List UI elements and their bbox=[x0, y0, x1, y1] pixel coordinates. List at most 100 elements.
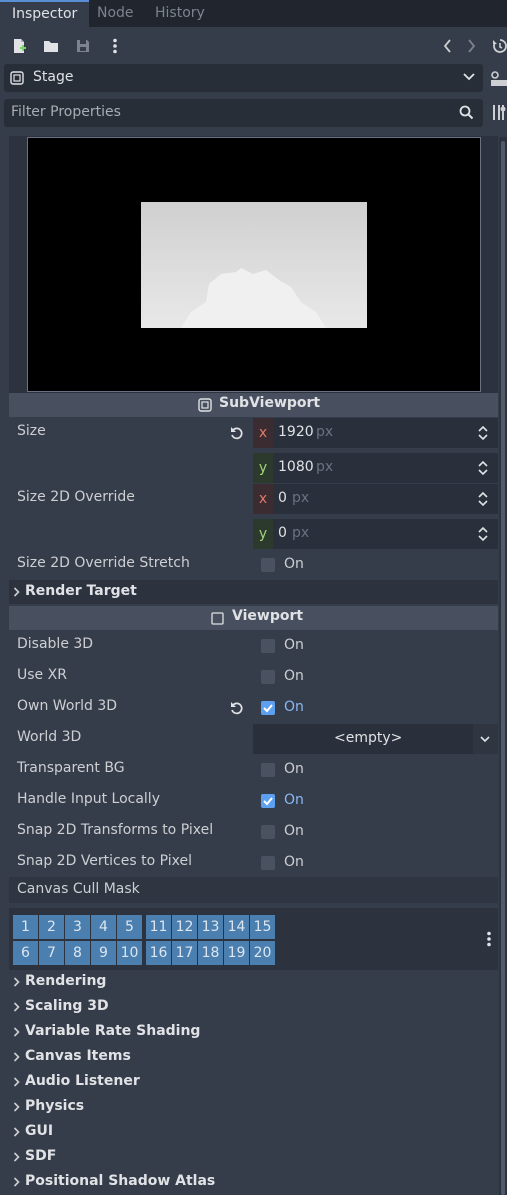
search-icon bbox=[459, 105, 474, 120]
own-world-3d-checkbox[interactable] bbox=[261, 701, 275, 715]
layer-bit[interactable]: 18 bbox=[198, 941, 223, 965]
prop-handle-input-locally-label: Handle Input Locally bbox=[17, 791, 160, 807]
spin-arrows-icon[interactable] bbox=[477, 425, 489, 441]
subviewport-section-title: SubViewport bbox=[219, 395, 321, 411]
group-canvas-items[interactable]: Canvas Items bbox=[9, 1045, 498, 1069]
layer-bit[interactable]: 4 bbox=[91, 915, 116, 939]
layer-bit[interactable]: 10 bbox=[117, 941, 142, 965]
axis-y-label: y bbox=[253, 519, 273, 549]
prop-canvas-cull-mask-label: Canvas Cull Mask bbox=[17, 881, 140, 897]
group-scaling-3d[interactable]: Scaling 3D bbox=[9, 995, 498, 1019]
new-resource-icon[interactable] bbox=[8, 35, 30, 57]
layer-bit[interactable]: 14 bbox=[224, 915, 249, 939]
group-sdf[interactable]: SDF bbox=[9, 1145, 498, 1169]
subviewport-icon bbox=[10, 71, 24, 85]
tab-node[interactable]: Node bbox=[85, 0, 146, 27]
use-xr-value: On bbox=[284, 668, 304, 684]
chevron-right-icon bbox=[13, 1177, 20, 1187]
group-label: Rendering bbox=[25, 973, 107, 989]
spin-arrows-icon[interactable] bbox=[477, 491, 489, 507]
layer-bit[interactable]: 11 bbox=[146, 915, 171, 939]
layer-bit[interactable]: 20 bbox=[250, 941, 275, 965]
size-2d-override-stretch-value: On bbox=[284, 556, 304, 572]
viewport-section-icon bbox=[211, 612, 224, 625]
size-2d-override-y-unit: px bbox=[292, 525, 310, 541]
size-2d-override-y-value: 0 bbox=[278, 525, 287, 541]
layer-bit[interactable]: 7 bbox=[39, 941, 64, 965]
disable-3d-checkbox[interactable] bbox=[261, 639, 275, 653]
prop-size-label: Size bbox=[17, 423, 46, 439]
prop-snap-2d-transforms-label: Snap 2D Transforms to Pixel bbox=[17, 822, 214, 838]
scrollbar-thumb[interactable] bbox=[501, 141, 505, 1195]
group-rendering[interactable]: Rendering bbox=[9, 970, 498, 994]
prop-disable-3d-label: Disable 3D bbox=[17, 636, 94, 652]
size-x-value: 1920 bbox=[278, 424, 314, 440]
layer-bit[interactable]: 5 bbox=[117, 915, 142, 939]
group-physics[interactable]: Physics bbox=[9, 1095, 498, 1119]
chevron-right-icon bbox=[13, 977, 20, 987]
transparent-bg-value: On bbox=[284, 761, 304, 777]
revert-icon[interactable] bbox=[230, 426, 244, 440]
tab-history[interactable]: History bbox=[143, 0, 217, 27]
size-2d-override-x-value: 0 bbox=[278, 490, 287, 506]
layer-menu-icon[interactable] bbox=[486, 931, 492, 947]
size-2d-override-x-field[interactable] bbox=[253, 484, 498, 514]
own-world-3d-value: On bbox=[284, 699, 304, 715]
layer-bit[interactable]: 3 bbox=[65, 915, 90, 939]
preview-image bbox=[141, 202, 367, 328]
render-target-label: Render Target bbox=[25, 583, 137, 599]
group-gui[interactable]: GUI bbox=[9, 1120, 498, 1144]
snap-2d-transforms-checkbox[interactable] bbox=[261, 825, 275, 839]
open-resource-icon[interactable] bbox=[40, 35, 62, 57]
prop-size-2d-override-stretch-label: Size 2D Override Stretch bbox=[17, 555, 190, 571]
handle-input-locally-checkbox[interactable] bbox=[261, 794, 275, 808]
group-label: Audio Listener bbox=[25, 1073, 140, 1089]
save-resource-icon[interactable] bbox=[72, 35, 94, 57]
prop-size-2d-override-label: Size 2D Override bbox=[17, 489, 135, 505]
revert-icon[interactable] bbox=[230, 701, 244, 715]
forward-icon[interactable] bbox=[460, 35, 482, 57]
layer-bit[interactable]: 15 bbox=[250, 915, 275, 939]
layer-bit[interactable]: 19 bbox=[224, 941, 249, 965]
axis-y-label: y bbox=[253, 453, 273, 483]
layer-bit[interactable]: 6 bbox=[13, 941, 38, 965]
snap-2d-transforms-value: On bbox=[284, 823, 304, 839]
layer-bit[interactable]: 2 bbox=[39, 915, 64, 939]
group-positional-shadow-atlas[interactable]: Positional Shadow Atlas bbox=[9, 1170, 498, 1194]
tab-inspector[interactable]: Inspector bbox=[0, 0, 90, 27]
chevron-right-icon bbox=[13, 1077, 20, 1087]
object-selector[interactable] bbox=[4, 64, 483, 92]
spin-arrows-icon[interactable] bbox=[477, 526, 489, 542]
group-variable-rate-shading[interactable]: Variable Rate Shading bbox=[9, 1020, 498, 1044]
use-xr-checkbox[interactable] bbox=[261, 670, 275, 684]
axis-x-label: x bbox=[253, 418, 273, 448]
size-2d-override-stretch-checkbox[interactable] bbox=[261, 558, 275, 572]
group-label: Variable Rate Shading bbox=[25, 1023, 201, 1039]
tools-icon[interactable] bbox=[492, 104, 507, 121]
layer-bit[interactable]: 13 bbox=[198, 915, 223, 939]
size-2d-override-y-field[interactable] bbox=[253, 519, 498, 549]
prop-snap-2d-vertices-label: Snap 2D Vertices to Pixel bbox=[17, 853, 192, 869]
layer-bit[interactable]: 12 bbox=[172, 915, 197, 939]
chevron-right-icon bbox=[13, 1027, 20, 1037]
spin-arrows-icon[interactable] bbox=[477, 460, 489, 476]
subviewport-section-icon bbox=[198, 398, 212, 412]
doc-icon[interactable] bbox=[489, 69, 507, 87]
disable-3d-value: On bbox=[284, 637, 304, 653]
back-icon[interactable] bbox=[437, 35, 459, 57]
layer-bit[interactable]: 9 bbox=[91, 941, 116, 965]
group-audio-listener[interactable]: Audio Listener bbox=[9, 1070, 498, 1094]
snap-2d-vertices-checkbox[interactable] bbox=[261, 856, 275, 870]
layer-bit[interactable]: 17 bbox=[172, 941, 197, 965]
group-label: GUI bbox=[25, 1123, 54, 1139]
group-label: SDF bbox=[25, 1148, 57, 1164]
layer-bit[interactable]: 1 bbox=[13, 915, 38, 939]
handle-input-locally-value: On bbox=[284, 792, 304, 808]
size-x-unit: px bbox=[316, 424, 334, 440]
size-y-value: 1080 bbox=[278, 459, 314, 475]
layer-bit[interactable]: 8 bbox=[65, 941, 90, 965]
history-icon[interactable] bbox=[489, 35, 507, 57]
layer-bit[interactable]: 16 bbox=[146, 941, 171, 965]
more-icon[interactable] bbox=[104, 35, 126, 57]
transparent-bg-checkbox[interactable] bbox=[261, 763, 275, 777]
